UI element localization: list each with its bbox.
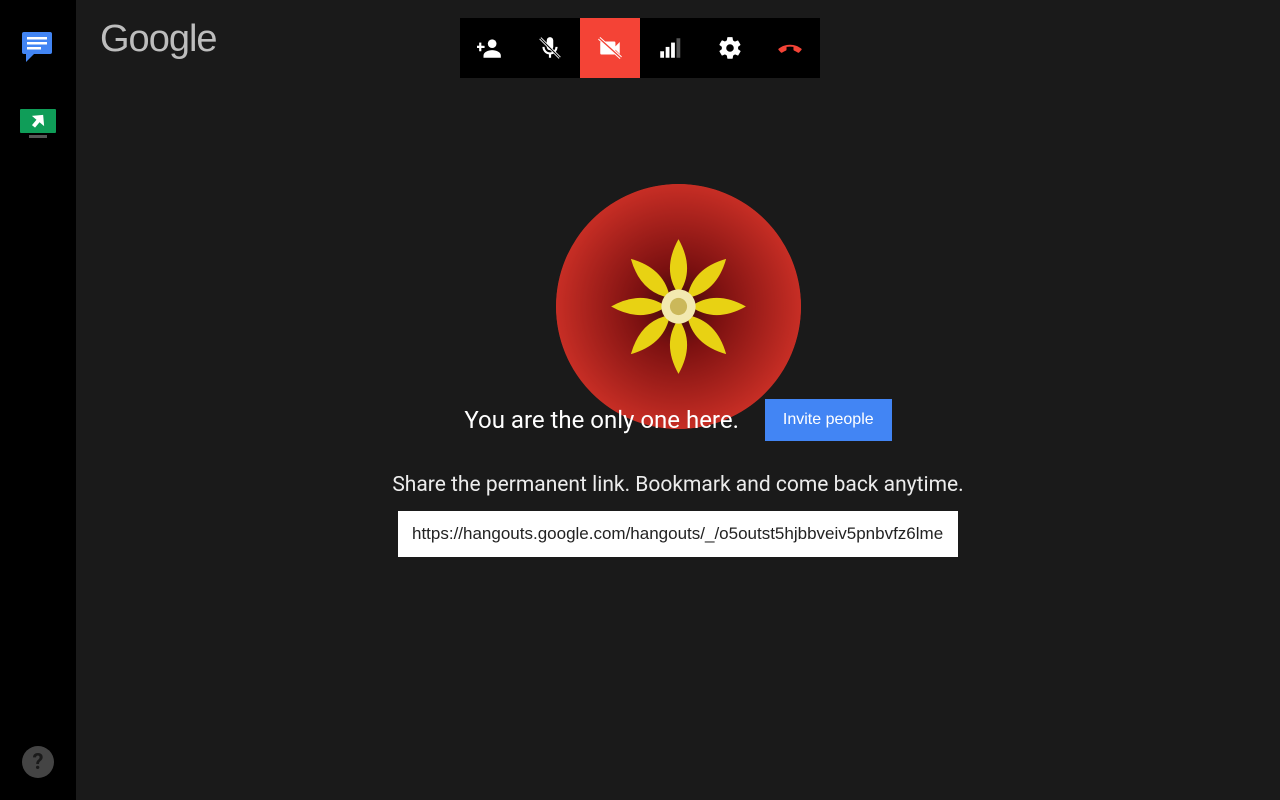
presence-line: You are the only one here. Invite people	[464, 399, 891, 441]
permanent-link-box	[398, 511, 958, 557]
help-icon: ?	[33, 750, 44, 775]
share-link-msg: Share the permanent link. Bookmark and c…	[392, 473, 963, 497]
help-button[interactable]: ?	[22, 746, 54, 778]
main-area: You are the only one here. Invite people…	[76, 0, 1280, 800]
permanent-link-input[interactable]	[412, 524, 944, 544]
self-avatar	[556, 184, 801, 429]
sidebar	[0, 0, 76, 800]
invite-people-button[interactable]: Invite people	[765, 399, 892, 441]
chat-button[interactable]	[20, 28, 56, 68]
screenshare-button[interactable]	[19, 108, 57, 146]
only-one-msg: You are the only one here.	[464, 406, 739, 434]
